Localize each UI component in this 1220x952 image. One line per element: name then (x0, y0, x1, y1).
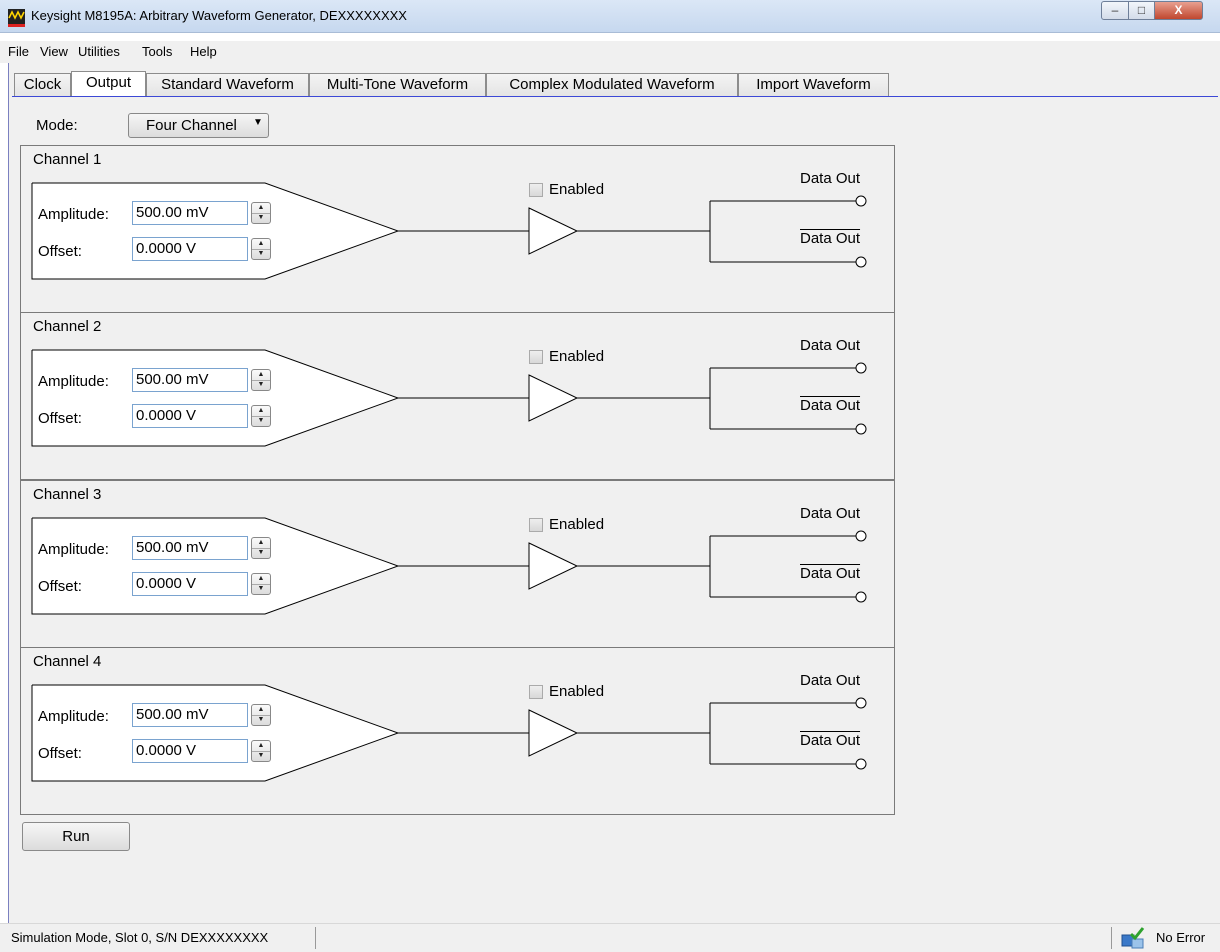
status-text: Simulation Mode, Slot 0, S/N DEXXXXXXXX (11, 930, 269, 945)
status-divider (315, 927, 316, 949)
amplitude-label: Amplitude: (38, 206, 109, 223)
channel-panel: Channel 2 Amplitude: 500.00 mV ▲ ▼ Offse… (20, 312, 895, 480)
channel-panel: Channel 1 Amplitude: 500.00 mV ▲ ▼ Offse… (20, 145, 895, 313)
amplitude-stepper[interactable]: ▲ ▼ (251, 537, 271, 559)
offset-input[interactable]: 0.0000 V (132, 237, 248, 261)
data-out-label: Data Out (800, 505, 861, 522)
channel-signal-diagram (31, 684, 867, 782)
data-out-label: Data Out (800, 170, 861, 187)
channel-panel: Channel 3 Amplitude: 500.00 mV ▲ ▼ Offse… (20, 480, 895, 648)
offset-input[interactable]: 0.0000 V (132, 572, 248, 596)
arrow-down-icon[interactable]: ▼ (252, 416, 270, 426)
close-button[interactable]: X (1154, 1, 1203, 20)
tab-standard-waveform[interactable]: Standard Waveform (146, 73, 309, 96)
enabled-checkbox[interactable] (529, 183, 543, 197)
tab-multi-tone-waveform[interactable]: Multi-Tone Waveform (309, 73, 486, 96)
channel-title: Channel 1 (33, 151, 102, 168)
data-out-inverted-label: Data Out (800, 230, 861, 247)
enabled-checkbox[interactable] (529, 350, 543, 364)
data-out-inverted-label: Data Out (800, 565, 861, 582)
offset-label: Offset: (38, 578, 82, 595)
arrow-down-icon[interactable]: ▼ (252, 249, 270, 259)
offset-input[interactable]: 0.0000 V (132, 739, 248, 763)
mode-label: Mode: (36, 117, 78, 134)
offset-label: Offset: (38, 410, 82, 427)
enabled-label: Enabled (549, 181, 605, 198)
offset-label: Offset: (38, 243, 82, 260)
error-status-text: No Error (1156, 930, 1206, 945)
dropdown-arrow-icon: ▼ (253, 117, 263, 128)
offset-stepper[interactable]: ▲ ▼ (251, 740, 271, 762)
arrow-down-icon[interactable]: ▼ (252, 584, 270, 594)
tab-import-waveform[interactable]: Import Waveform (738, 73, 889, 96)
channel-signal-diagram (31, 517, 867, 615)
enabled-checkbox[interactable] (529, 518, 543, 532)
arrow-down-icon[interactable]: ▼ (252, 380, 270, 390)
amplitude-stepper[interactable]: ▲ ▼ (251, 202, 271, 224)
channel-title: Channel 2 (33, 318, 102, 335)
tab-output[interactable]: Output (71, 71, 146, 97)
maximize-button[interactable]: □ (1128, 1, 1155, 20)
minimize-button[interactable]: – (1101, 1, 1129, 20)
network-ok-icon (1121, 927, 1145, 949)
window-title: Keysight M8195A: Arbitrary Waveform Gene… (31, 8, 407, 23)
offset-stepper[interactable]: ▲ ▼ (251, 238, 271, 260)
amplitude-stepper[interactable]: ▲ ▼ (251, 704, 271, 726)
arrow-down-icon[interactable]: ▼ (252, 751, 270, 761)
run-button[interactable]: Run (22, 822, 130, 851)
app-logo-icon (8, 9, 25, 27)
status-divider (1111, 927, 1112, 949)
channel-title: Channel 4 (33, 653, 102, 670)
offset-label: Offset: (38, 745, 82, 762)
channel-panel: Channel 4 Amplitude: 500.00 mV ▲ ▼ Offse… (20, 647, 895, 815)
tab-clock[interactable]: Clock (14, 73, 71, 96)
data-out-inverted-label: Data Out (800, 732, 861, 749)
menu-utilities[interactable]: Utilities (78, 44, 120, 59)
amplitude-input[interactable]: 500.00 mV (132, 536, 248, 560)
amplitude-input[interactable]: 500.00 mV (132, 201, 248, 225)
amplitude-label: Amplitude: (38, 541, 109, 558)
amplitude-label: Amplitude: (38, 708, 109, 725)
arrow-down-icon[interactable]: ▼ (252, 548, 270, 558)
menu-tools[interactable]: Tools (142, 44, 172, 59)
mode-dropdown[interactable]: Four Channel ▼ (128, 113, 269, 138)
offset-stepper[interactable]: ▲ ▼ (251, 405, 271, 427)
channel-title: Channel 3 (33, 486, 102, 503)
data-out-label: Data Out (800, 337, 861, 354)
data-out-inverted-label: Data Out (800, 397, 861, 414)
enabled-label: Enabled (549, 516, 605, 533)
menu-help[interactable]: Help (190, 44, 217, 59)
amplitude-input[interactable]: 500.00 mV (132, 368, 248, 392)
offset-input[interactable]: 0.0000 V (132, 404, 248, 428)
status-bar: Simulation Mode, Slot 0, S/N DEXXXXXXXX … (0, 923, 1220, 952)
menu-bar: File View Utilities Tools Help (0, 41, 1220, 63)
amplitude-input[interactable]: 500.00 mV (132, 703, 248, 727)
enabled-checkbox[interactable] (529, 685, 543, 699)
title-bar: Keysight M8195A: Arbitrary Waveform Gene… (0, 0, 1220, 33)
channel-signal-diagram (31, 349, 867, 447)
channel-signal-diagram (31, 182, 867, 280)
enabled-label: Enabled (549, 683, 605, 700)
arrow-down-icon[interactable]: ▼ (252, 715, 270, 725)
data-out-label: Data Out (800, 672, 861, 689)
menu-view[interactable]: View (40, 44, 68, 59)
mode-selected-value: Four Channel (146, 117, 237, 134)
tab-underline (12, 96, 1218, 97)
enabled-label: Enabled (549, 348, 605, 365)
menu-file[interactable]: File (8, 44, 29, 59)
amplitude-stepper[interactable]: ▲ ▼ (251, 369, 271, 391)
offset-stepper[interactable]: ▲ ▼ (251, 573, 271, 595)
arrow-down-icon[interactable]: ▼ (252, 213, 270, 223)
tab-complex-modulated-waveform[interactable]: Complex Modulated Waveform (486, 73, 738, 96)
amplitude-label: Amplitude: (38, 373, 109, 390)
